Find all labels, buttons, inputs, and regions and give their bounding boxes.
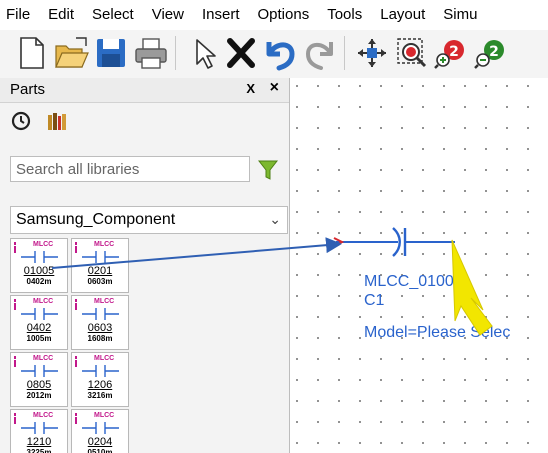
- chevron-down-icon: ⌄: [269, 211, 281, 227]
- part-name: 01005: [23, 265, 55, 277]
- part-size-label: 0402m: [26, 277, 52, 286]
- select-pointer-icon[interactable]: [184, 34, 222, 72]
- part-size-label: 1005m: [26, 334, 52, 343]
- svg-text:2: 2: [489, 44, 499, 60]
- component-model-label: Model=Please Selec: [364, 324, 511, 341]
- search-box: [10, 156, 250, 182]
- menu-tools[interactable]: Tools: [318, 0, 371, 30]
- part-size-label: 0510m: [87, 448, 113, 453]
- search-input[interactable]: [16, 158, 246, 180]
- undo-icon[interactable]: [262, 34, 300, 72]
- parts-panel: Parts Х × Samsung_Component ⌄ MLCC010050…: [0, 78, 290, 453]
- part-size-label: 0603m: [87, 277, 113, 286]
- part-badge: MLCC: [33, 355, 54, 362]
- component-name-label: MLCC_0100: [364, 273, 454, 290]
- part-name: 0201: [87, 265, 113, 277]
- component-instance-label: C1: [364, 292, 385, 309]
- delete-x-icon[interactable]: [222, 34, 260, 72]
- menu-options[interactable]: Options: [249, 0, 319, 30]
- part-badge: MLCC: [33, 241, 54, 248]
- filter-icon[interactable]: [257, 159, 279, 181]
- part-name: 0805: [26, 379, 52, 391]
- parts-panel-header: Parts Х ×: [0, 78, 289, 103]
- part-badge: MLCC: [33, 298, 54, 305]
- menu-select[interactable]: Select: [83, 0, 143, 30]
- open-folder-icon[interactable]: [52, 34, 90, 72]
- toolbar-separator: [344, 36, 345, 70]
- zoom-in-icon[interactable]: 2: [433, 34, 471, 72]
- toolbar: 2 2: [0, 30, 548, 79]
- menu-layout[interactable]: Layout: [371, 0, 434, 30]
- part-badge: MLCC: [94, 355, 115, 362]
- library-select-value: Samsung_Component: [16, 211, 176, 228]
- part-badge: MLCC: [33, 412, 54, 419]
- save-icon[interactable]: [92, 34, 130, 72]
- part-cell[interactable]: MLCC 01005 0402m: [10, 238, 68, 293]
- toolbar-separator: [175, 36, 176, 70]
- part-cell[interactable]: MLCC 0204 0510m: [71, 409, 129, 453]
- redo-icon[interactable]: [300, 34, 338, 72]
- part-cell[interactable]: MLCC 1210 3225m: [10, 409, 68, 453]
- part-badge: MLCC: [94, 412, 115, 419]
- part-size-label: 3225m: [26, 448, 52, 453]
- menu-simulate[interactable]: Simu: [434, 0, 486, 30]
- part-badge: MLCC: [94, 298, 115, 305]
- part-name: 0204: [87, 436, 113, 448]
- zoom-out-icon[interactable]: 2: [473, 34, 511, 72]
- svg-text:2: 2: [449, 44, 459, 60]
- part-size-label: 3216m: [87, 391, 113, 400]
- zoom-area-icon[interactable]: [393, 34, 431, 72]
- part-name: 0402: [26, 322, 52, 334]
- part-cell[interactable]: MLCC 0805 2012m: [10, 352, 68, 407]
- menu-insert[interactable]: Insert: [193, 0, 249, 30]
- history-icon[interactable]: [10, 110, 32, 132]
- float-panel-icon[interactable]: Х: [246, 81, 255, 96]
- close-panel-icon[interactable]: ×: [270, 79, 279, 97]
- schematic-canvas[interactable]: MLCC_0100 C1 Model=Please Selec: [290, 78, 548, 453]
- part-name: 1210: [26, 436, 52, 448]
- parts-panel-title: Parts: [10, 81, 46, 98]
- move-icon[interactable]: [353, 34, 391, 72]
- parts-grid: MLCC 01005 0402m MLCC 0201 0603m MLCC 0402 1005m…: [10, 238, 288, 453]
- part-name: 0603: [87, 322, 113, 334]
- part-badge: MLCC: [94, 241, 115, 248]
- part-name: 1206: [87, 379, 113, 391]
- part-cell[interactable]: MLCC 0402 1005m: [10, 295, 68, 350]
- part-cell[interactable]: MLCC 0603 1608m: [71, 295, 129, 350]
- part-size-label: 1608m: [87, 334, 113, 343]
- menu-view[interactable]: View: [143, 0, 193, 30]
- part-cell[interactable]: MLCC 0201 0603m: [71, 238, 129, 293]
- menu-bar: File Edit Select View Insert Options Too…: [0, 0, 548, 30]
- library-books-icon[interactable]: [46, 110, 68, 132]
- menu-edit[interactable]: Edit: [39, 0, 83, 30]
- part-size-label: 2012m: [26, 391, 52, 400]
- new-document-icon[interactable]: [12, 34, 50, 72]
- menu-file[interactable]: File: [0, 0, 39, 30]
- library-select[interactable]: Samsung_Component ⌄: [10, 206, 288, 234]
- print-icon[interactable]: [132, 34, 170, 72]
- capacitor-symbol[interactable]: [290, 78, 548, 453]
- part-cell[interactable]: MLCC 1206 3216m: [71, 352, 129, 407]
- parts-icon-row: [0, 102, 289, 138]
